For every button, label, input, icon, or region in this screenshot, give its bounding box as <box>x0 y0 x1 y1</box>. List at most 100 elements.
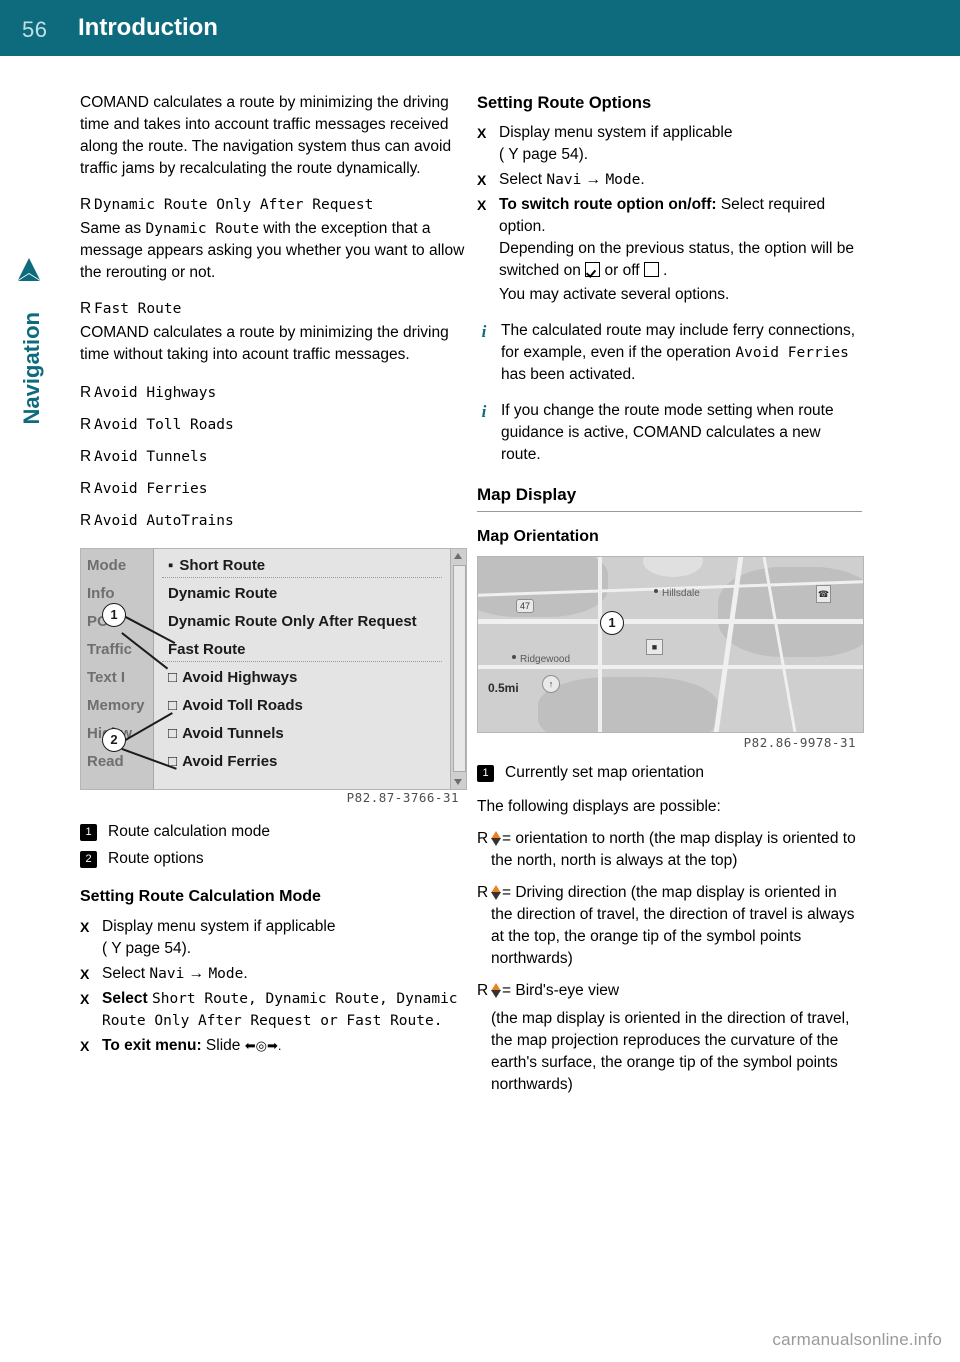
heading-map-orientation: Map Orientation <box>477 528 599 545</box>
legend-item-2: 2 Route options <box>80 848 465 870</box>
comand-screen-figure: Mode Info POI Traffic Text I Memory High… <box>80 548 467 813</box>
step-text: Display menu system if applicable <box>102 918 336 935</box>
scroll-down-icon[interactable] <box>454 779 462 785</box>
note-route-mode-change: i If you change the route mode setting w… <box>477 400 862 466</box>
step-text-post: . <box>243 965 248 982</box>
legend-text-1: Route calculation mode <box>108 823 270 840</box>
step-mono-navi: Navi <box>546 172 582 188</box>
screen-menu-traffic: Traffic <box>87 641 133 658</box>
legend-text-2: Route options <box>108 850 204 867</box>
screen-item-avoid-ferries: □ Avoid Ferries <box>168 753 278 770</box>
step-select-route-modes: X Select Short Route, Dynamic Route, Dyn… <box>80 988 465 1032</box>
step-switch-line2: Depending on the previous status, the op… <box>499 240 855 279</box>
option-label: Avoid Tunnels <box>94 449 208 465</box>
option-avoid-toll-roads: R Avoid Toll Roads <box>80 414 465 436</box>
map-callout-1: 1 <box>600 611 624 635</box>
step-mono-mode: Mode <box>605 172 641 188</box>
scroll-thumb[interactable] <box>453 565 466 772</box>
chapter-title: Introduction <box>78 14 218 41</box>
step-select-navi-mode: X Select Navi → Mode. <box>80 963 465 985</box>
scroll-up-icon[interactable] <box>454 553 462 559</box>
option-0-prefix: Same as <box>80 220 146 237</box>
option-label: Avoid Ferries <box>94 481 208 497</box>
step-switch-option: X To switch route option on/off: Select … <box>477 194 862 306</box>
option-title: Fast Route <box>94 301 182 317</box>
map-building-icon: ■ <box>646 639 663 655</box>
step-marker-icon: X <box>80 991 90 1007</box>
bullet-dot-icon: R <box>80 448 92 465</box>
map-orientation-symbol-icon: ↑ <box>542 675 560 693</box>
step-text: Display menu system if applicable <box>499 124 733 141</box>
step-marker-icon: X <box>80 1038 90 1054</box>
figure-code: P82.87-3766-31 <box>346 790 459 805</box>
callout-2: 2 <box>102 728 126 752</box>
orientation-north-text: = orientation to north (the map display … <box>491 830 856 869</box>
step-switch-line2-mid: or off <box>604 262 640 279</box>
map-legend-item-1: 1 Currently set map orientation <box>477 762 862 784</box>
step-select-navi-mode-right: X Select Navi → Mode. <box>477 169 862 191</box>
note-mono: Avoid Ferries <box>735 345 849 361</box>
bullet-dot-icon: R <box>80 300 92 317</box>
step-exit-text: Slide <box>201 1037 245 1054</box>
step-mono-navi: Navi <box>149 966 185 982</box>
step-arrow: → <box>184 965 209 982</box>
screen-scrollbar[interactable] <box>450 549 466 789</box>
screen-separator <box>162 661 442 662</box>
bullet-dot-icon: R <box>80 512 92 529</box>
step-exit-label: To exit menu: <box>102 1037 202 1054</box>
bullet-dot-icon: R <box>80 416 92 433</box>
screen-menu-text: Text I <box>87 669 126 686</box>
step-display-menu-right: X Display menu system if applicable ( Y … <box>477 122 862 166</box>
option-0-mono: Dynamic Route <box>145 221 259 237</box>
map-phone-icon: ☎ <box>816 585 831 603</box>
option-dynamic-route-only: R Dynamic Route Only After Request <box>80 194 465 216</box>
step-marker-icon: X <box>477 172 487 188</box>
map-legend-text-1: Currently set map orientation <box>505 764 705 781</box>
map-label-ridgewood: Ridgewood <box>520 654 571 665</box>
step-text-pre: Select <box>102 965 150 982</box>
screen-option-list: ▪ Short Route Dynamic Route Dynamic Route… <box>154 549 450 789</box>
info-icon: i <box>481 322 487 341</box>
option-fast-route: R Fast Route <box>80 298 465 320</box>
following-displays-line: The following displays are possible: <box>477 798 721 815</box>
screen-item-fast-route: Fast Route <box>168 641 246 658</box>
orientation-driving-direction: R = Driving direction (the map display i… <box>477 882 862 970</box>
checkbox-on-icon <box>585 262 601 277</box>
option-label: Avoid Highways <box>94 385 217 401</box>
heading-setting-route-options: Setting Route Options <box>477 94 652 112</box>
left-column: COMAND calculates a route by minimizing … <box>80 92 467 1060</box>
slide-control-icon: ⬅◎➡. <box>244 1038 282 1053</box>
step-switch-label: To switch route option on/off: <box>499 196 717 213</box>
orientation-driving-text: = Driving direction (the map display is … <box>491 884 855 967</box>
screen-item-dynamic-route: Dynamic Route <box>168 585 278 602</box>
map-route-shield-icon: 47 <box>516 599 534 613</box>
option-avoid-ferries: R Avoid Ferries <box>80 478 465 500</box>
screen-menu-mode: Mode <box>87 557 127 574</box>
map-figure: 47 Hillsdale Ridgewood ■ ☎ 0.5mi ↑ 1 P82… <box>477 556 864 756</box>
callout-1: 1 <box>102 603 126 627</box>
step-subtext: ( Y page 54). <box>499 146 589 163</box>
note-ferry-connections: i The calculated route may include ferry… <box>477 320 862 386</box>
option-avoid-autotrains: R Avoid AutoTrains <box>80 510 465 532</box>
map-legend-badge-1: 1 <box>477 765 494 782</box>
legend-item-1: 1 Route calculation mode <box>80 821 465 843</box>
screen-item-dynamic-request: Dynamic Route Only After Request <box>168 613 417 630</box>
step-mono-list: Short Route, Dynamic Route, Dynamic Rout… <box>102 991 458 1029</box>
legend-badge-2: 2 <box>80 851 97 868</box>
legend-badge-1: 1 <box>80 824 97 841</box>
map-road <box>598 557 602 732</box>
step-mono-mode: Mode <box>208 966 244 982</box>
map-figure-code: P82.86-9978-31 <box>743 735 856 750</box>
north-orientation-icon <box>491 831 502 846</box>
option-0-body: Same as Dynamic Route with the exception… <box>80 218 465 284</box>
screen-item-avoid-toll-roads: □ Avoid Toll Roads <box>168 697 303 714</box>
note-text: If you change the route mode setting whe… <box>501 402 834 463</box>
page-number: 56 <box>22 17 48 42</box>
heading-setting-route-calculation-mode: Setting Route Calculation Mode <box>80 888 321 905</box>
step-marker-icon: X <box>477 197 487 213</box>
orientation-birds-eye-detail: (the map display is oriented in the dire… <box>491 1010 850 1093</box>
option-avoid-highways: R Avoid Highways <box>80 382 465 404</box>
map-poi-dot <box>512 655 516 659</box>
screen-item-short-route: ▪ Short Route <box>168 557 266 574</box>
map-poi-dot <box>654 589 658 593</box>
